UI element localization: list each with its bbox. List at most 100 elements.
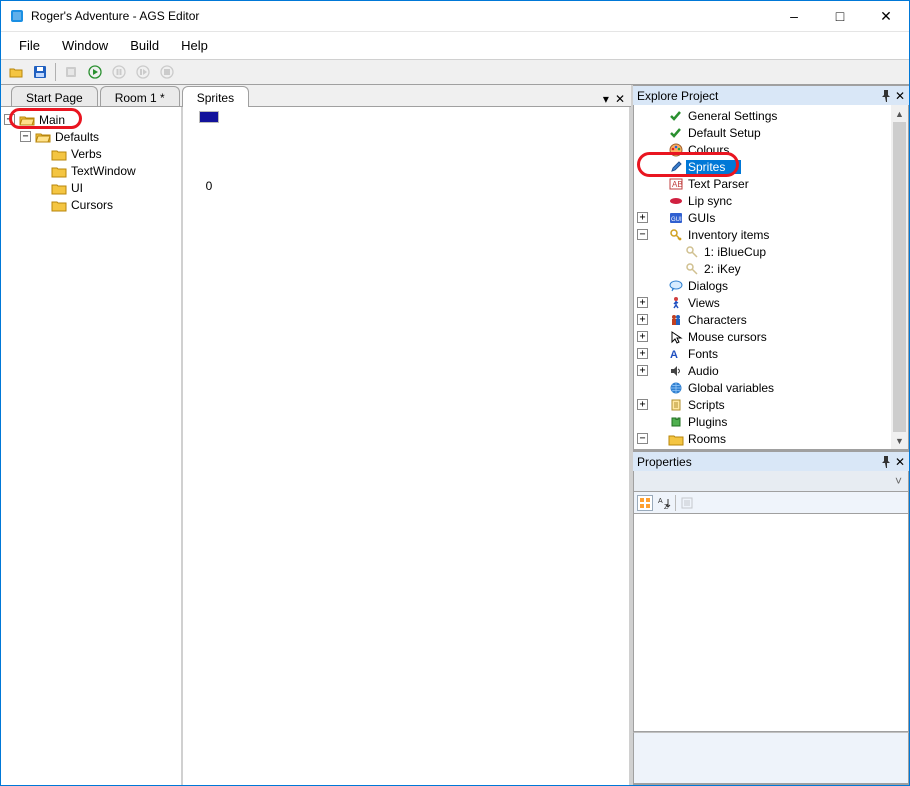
tree-row-audio[interactable]: +Audio (636, 362, 906, 379)
document-tabs: Start Page Room 1 * Sprites ▾ ✕ (1, 85, 631, 107)
explore-tree[interactable]: General Settings Default Setup Colours S… (633, 105, 909, 450)
sprites-document: − Main − Defaults Verbs (1, 107, 631, 785)
tree-row-text-parser[interactable]: ABText Parser (636, 175, 906, 192)
properties-panel: Properties ✕ ˅ AZ (633, 451, 909, 785)
tree-row-default-setup[interactable]: Default Setup (636, 124, 906, 141)
tree-row-plugins[interactable]: Plugins (636, 413, 906, 430)
scroll-up-icon[interactable]: ▲ (891, 105, 908, 122)
categorized-icon[interactable] (637, 495, 653, 511)
minimize-button[interactable]: – (771, 1, 817, 31)
svg-text:A: A (670, 349, 678, 361)
folder-open-icon (35, 129, 51, 145)
tree-row-main[interactable]: − Main (3, 111, 179, 128)
sprite-item-0[interactable]: 0 (199, 111, 219, 193)
cursor-icon (668, 329, 684, 345)
tree-row-dialogs[interactable]: Dialogs (636, 277, 906, 294)
run-button[interactable] (84, 61, 106, 83)
tree-row-lip-sync[interactable]: Lip sync (636, 192, 906, 209)
save-button[interactable] (29, 61, 51, 83)
key-icon (668, 227, 684, 243)
menu-help[interactable]: Help (171, 34, 218, 57)
menu-file[interactable]: File (9, 34, 50, 57)
stop-button[interactable] (156, 61, 178, 83)
tree-row-inv-bluecup[interactable]: 1: iBlueCup (636, 243, 906, 260)
maximize-button[interactable]: □ (817, 1, 863, 31)
tree-row-mouse-cursors[interactable]: +Mouse cursors (636, 328, 906, 345)
scroll-down-icon[interactable]: ▼ (891, 432, 908, 449)
person-walk-icon (668, 295, 684, 311)
expander-plus-icon[interactable]: + (637, 297, 648, 308)
tree-row-rooms[interactable]: −Rooms (636, 430, 906, 447)
tree-row-general-settings[interactable]: General Settings (636, 107, 906, 124)
events-icon[interactable] (680, 496, 694, 510)
toolbar (1, 59, 909, 85)
tab-dropdown-icon[interactable]: ▾ (603, 92, 609, 106)
tree-row-ui[interactable]: UI (3, 179, 179, 196)
speech-icon (668, 278, 684, 294)
tab-room1[interactable]: Room 1 * (100, 86, 180, 106)
tree-row-scripts[interactable]: +Scripts (636, 396, 906, 413)
close-button[interactable]: ✕ (863, 1, 909, 31)
expander-minus-icon[interactable]: − (20, 131, 31, 142)
globe-icon (668, 380, 684, 396)
folder-icon (51, 180, 67, 196)
expander-plus-icon[interactable]: + (637, 314, 648, 325)
properties-toolbar: AZ (633, 491, 909, 513)
pin-icon[interactable] (881, 90, 891, 102)
scrollbar[interactable]: ▲ ▼ (891, 105, 908, 449)
tree-label-verbs: Verbs (69, 147, 104, 161)
pin-icon[interactable] (881, 456, 891, 468)
menu-bar: File Window Build Help (1, 31, 909, 59)
expander-plus-icon[interactable]: + (637, 331, 648, 342)
properties-panel-header[interactable]: Properties ✕ (633, 451, 909, 471)
tree-row-sprites[interactable]: Sprites (636, 158, 906, 175)
tree-row-verbs[interactable]: Verbs (3, 145, 179, 162)
tree-row-cursors[interactable]: Cursors (3, 196, 179, 213)
menu-build[interactable]: Build (120, 34, 169, 57)
tree-row-defaults[interactable]: − Defaults (3, 128, 179, 145)
folder-icon (51, 146, 67, 162)
expander-plus-icon[interactable]: + (637, 399, 648, 410)
expander-plus-icon[interactable]: + (637, 348, 648, 359)
tab-close-icon[interactable]: ✕ (615, 92, 625, 106)
step-button[interactable] (132, 61, 154, 83)
tree-row-global-variables[interactable]: Global variables (636, 379, 906, 396)
expander-plus-icon[interactable]: + (637, 212, 648, 223)
puzzle-icon (668, 414, 684, 430)
check-icon (668, 125, 684, 141)
build-button[interactable] (60, 61, 82, 83)
tree-row-textwindow[interactable]: TextWindow (3, 162, 179, 179)
explore-panel-header[interactable]: Explore Project ✕ (633, 85, 909, 105)
sprite-folder-tree[interactable]: − Main − Defaults Verbs (1, 107, 183, 785)
sprite-thumbnail (199, 111, 219, 123)
expander-minus-icon[interactable]: − (637, 229, 648, 240)
scrollbar-thumb[interactable] (893, 122, 906, 432)
expander-minus-icon[interactable]: − (637, 433, 648, 444)
close-icon[interactable]: ✕ (895, 455, 905, 469)
close-icon[interactable]: ✕ (895, 89, 905, 103)
tree-row-characters[interactable]: +Characters (636, 311, 906, 328)
tree-row-inv-key[interactable]: 2: iKey (636, 260, 906, 277)
tree-row-inventory[interactable]: −Inventory items (636, 226, 906, 243)
tree-row-colours[interactable]: Colours (636, 141, 906, 158)
sprite-thumbnails[interactable]: 0 (183, 107, 631, 785)
scroll-icon (668, 397, 684, 413)
tree-row-fonts[interactable]: +AFonts (636, 345, 906, 362)
svg-text:GUI: GUI (671, 217, 682, 223)
properties-grid[interactable] (633, 513, 909, 732)
menu-window[interactable]: Window (52, 34, 118, 57)
explore-project-panel: Explore Project ✕ General Settings Defau… (633, 85, 909, 451)
tree-row-views[interactable]: +Views (636, 294, 906, 311)
pause-button[interactable] (108, 61, 130, 83)
expander-minus-icon[interactable]: − (4, 114, 15, 125)
tree-label-cursors: Cursors (69, 198, 115, 212)
explore-panel-title: Explore Project (637, 89, 718, 103)
alphabetical-icon[interactable]: AZ (657, 496, 671, 510)
expander-plus-icon[interactable]: + (637, 365, 648, 376)
tree-row-guis[interactable]: +GUIGUIs (636, 209, 906, 226)
open-button[interactable] (5, 61, 27, 83)
properties-object-selector[interactable]: ˅ (633, 471, 909, 491)
svg-text:A: A (658, 498, 663, 505)
tab-sprites[interactable]: Sprites (182, 86, 249, 107)
tab-start-page[interactable]: Start Page (11, 86, 98, 106)
